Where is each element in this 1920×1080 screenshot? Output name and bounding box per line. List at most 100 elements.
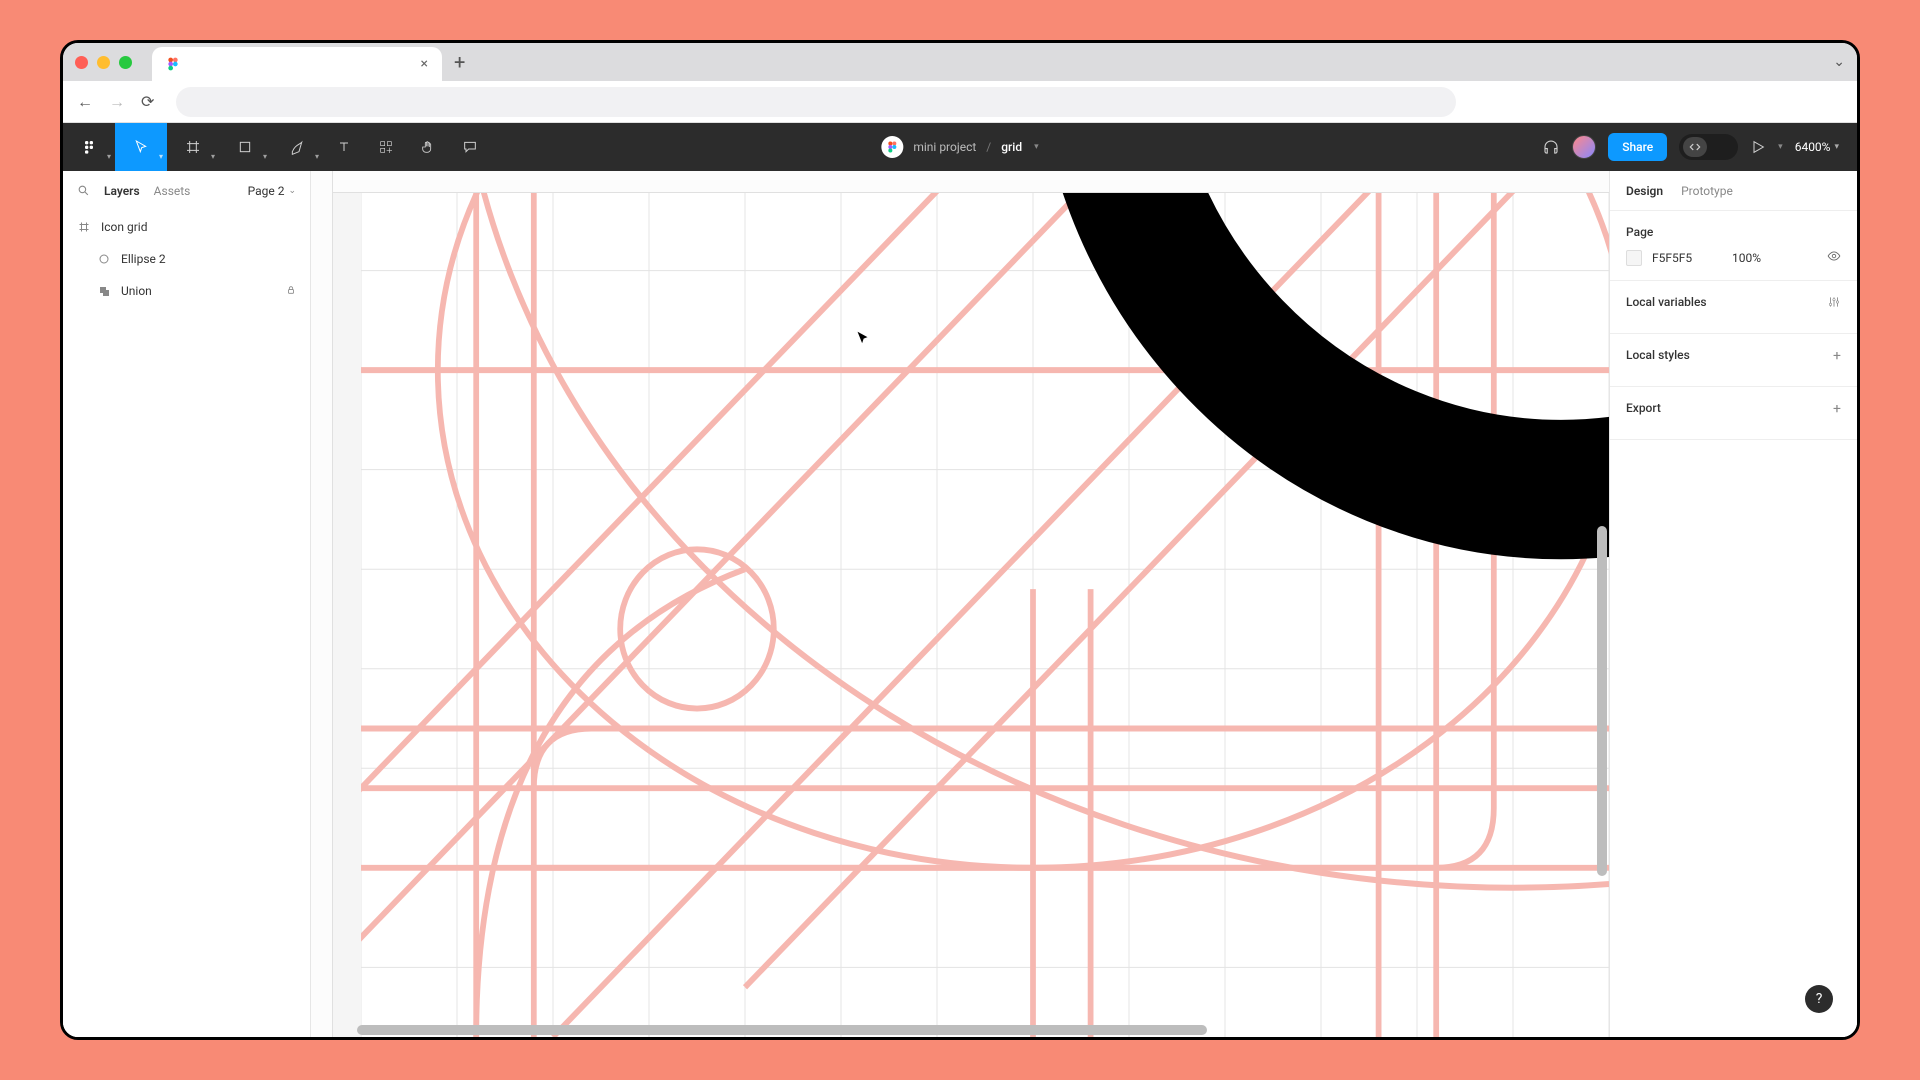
canvas-svg (361, 193, 1609, 1037)
export-section[interactable]: + Export (1610, 387, 1857, 440)
file-name[interactable]: grid (1001, 140, 1022, 154)
maximize-window-icon[interactable] (119, 56, 132, 69)
headphones-icon[interactable] (1542, 138, 1560, 156)
toolbar-right: Share ▾ 6400% ▾ (1542, 133, 1857, 161)
layer-icon-grid[interactable]: Icon grid (63, 211, 310, 243)
address-bar[interactable] (176, 87, 1456, 117)
layer-union[interactable]: Union (63, 275, 310, 307)
avatar[interactable] (1572, 135, 1596, 159)
move-tool[interactable]: ▾ (115, 123, 167, 171)
browser-window: × + ⌄ ← → ⟳ ▾ ▾ ▾ ▾ ▾ (60, 40, 1860, 1040)
file-breadcrumb: mini project / grid ▾ (881, 136, 1038, 158)
back-icon[interactable]: ← (77, 92, 93, 112)
color-opacity[interactable]: 100% (1732, 251, 1761, 265)
page-selector-label: Page 2 (248, 184, 285, 198)
zoom-control[interactable]: 6400% ▾ (1795, 140, 1839, 154)
frame-icon (77, 221, 91, 233)
figma-badge-icon (881, 136, 903, 158)
dev-mode-icon (1683, 137, 1707, 157)
breadcrumb-separator: / (986, 140, 991, 154)
canvas-area (311, 171, 1609, 1037)
cursor-icon (133, 139, 149, 155)
layer-label: Union (121, 284, 152, 298)
comment-icon (462, 139, 478, 155)
zoom-chevron-icon: ▾ (1834, 142, 1839, 152)
pen-icon (289, 139, 305, 155)
left-panel: Layers Assets Page 2 ⌄ Icon grid Ellipse… (63, 171, 311, 1037)
union-icon (97, 285, 111, 297)
page-label: Page (1626, 225, 1841, 239)
layer-ellipse-2[interactable]: Ellipse 2 (63, 243, 310, 275)
pen-tool[interactable]: ▾ (271, 123, 323, 171)
color-swatch[interactable] (1626, 250, 1642, 266)
right-panel: Design Prototype Page F5F5F5 100% Local … (1609, 171, 1857, 1037)
minimize-window-icon[interactable] (97, 56, 110, 69)
canvas-cursor-icon (853, 328, 875, 350)
tab-prototype[interactable]: Prototype (1681, 184, 1733, 198)
pixel-grid (361, 193, 1609, 1037)
right-panel-tabs: Design Prototype (1610, 171, 1857, 211)
present-icon[interactable] (1750, 139, 1766, 155)
layer-label: Ellipse 2 (121, 252, 166, 266)
settings-icon[interactable] (1827, 295, 1841, 313)
color-hex[interactable]: F5F5F5 (1652, 251, 1722, 265)
dev-mode-off (1710, 137, 1734, 157)
forward-icon[interactable]: → (109, 92, 125, 112)
visibility-icon[interactable] (1827, 249, 1841, 266)
close-tab-icon[interactable]: × (421, 56, 428, 72)
local-variables-section[interactable]: Local variables (1610, 281, 1857, 334)
reload-icon[interactable]: ⟳ (141, 92, 154, 111)
local-styles-section[interactable]: + Local styles (1610, 334, 1857, 387)
hand-tool[interactable] (407, 123, 449, 171)
resources-tool[interactable] (365, 123, 407, 171)
canvas[interactable] (333, 193, 1609, 1037)
horizontal-scrollbar[interactable] (357, 1025, 1601, 1035)
ellipse-icon (97, 253, 111, 265)
close-window-icon[interactable] (75, 56, 88, 69)
main-menu-button[interactable]: ▾ (63, 123, 115, 171)
frame-tool[interactable]: ▾ (167, 123, 219, 171)
search-icon[interactable] (77, 184, 90, 197)
tabs-chevron-icon[interactable]: ⌄ (1833, 54, 1845, 70)
export-label: Export (1626, 401, 1841, 415)
hand-icon (420, 139, 436, 155)
browser-tabbar: × + ⌄ (63, 43, 1857, 81)
ruler-horizontal (311, 171, 1609, 193)
dev-mode-toggle[interactable] (1679, 134, 1738, 160)
project-name[interactable]: mini project (913, 140, 976, 154)
share-button[interactable]: Share (1608, 133, 1667, 161)
window-controls (75, 56, 132, 69)
add-icon[interactable]: + (1833, 348, 1841, 364)
resources-icon (378, 139, 394, 155)
vertical-scrollbar[interactable] (1597, 526, 1607, 876)
figma-menu-icon (81, 139, 97, 155)
tab-assets[interactable]: Assets (154, 184, 191, 198)
comment-tool[interactable] (449, 123, 491, 171)
ellipse-shape (1100, 193, 1609, 490)
zoom-value: 6400% (1795, 140, 1831, 154)
browser-tab[interactable]: × (152, 47, 442, 81)
tab-design[interactable]: Design (1626, 184, 1663, 198)
main-area: Layers Assets Page 2 ⌄ Icon grid Ellipse… (63, 171, 1857, 1037)
file-chevron-icon[interactable]: ▾ (1034, 142, 1039, 152)
help-icon: ? (1816, 991, 1823, 1007)
page-section: Page F5F5F5 100% (1610, 211, 1857, 281)
figma-toolbar: ▾ ▾ ▾ ▾ ▾ (63, 123, 1857, 171)
text-tool[interactable] (323, 123, 365, 171)
browser-urlbar: ← → ⟳ (63, 81, 1857, 123)
shape-tool[interactable]: ▾ (219, 123, 271, 171)
figma-icon (166, 57, 180, 71)
add-icon[interactable]: + (1833, 401, 1841, 417)
artboard (361, 193, 1609, 1037)
tab-layers[interactable]: Layers (104, 184, 140, 198)
frame-icon (185, 139, 201, 155)
local-styles-label: Local styles (1626, 348, 1841, 362)
help-button[interactable]: ? (1805, 985, 1833, 1013)
local-variables-label: Local variables (1626, 295, 1841, 309)
new-tab-button[interactable]: + (454, 50, 465, 74)
page-color-row[interactable]: F5F5F5 100% (1626, 249, 1841, 266)
icon-grid-guides (361, 193, 1609, 1037)
left-panel-header: Layers Assets Page 2 ⌄ (63, 171, 310, 211)
lock-icon[interactable] (286, 285, 296, 298)
page-selector[interactable]: Page 2 ⌄ (248, 184, 296, 198)
